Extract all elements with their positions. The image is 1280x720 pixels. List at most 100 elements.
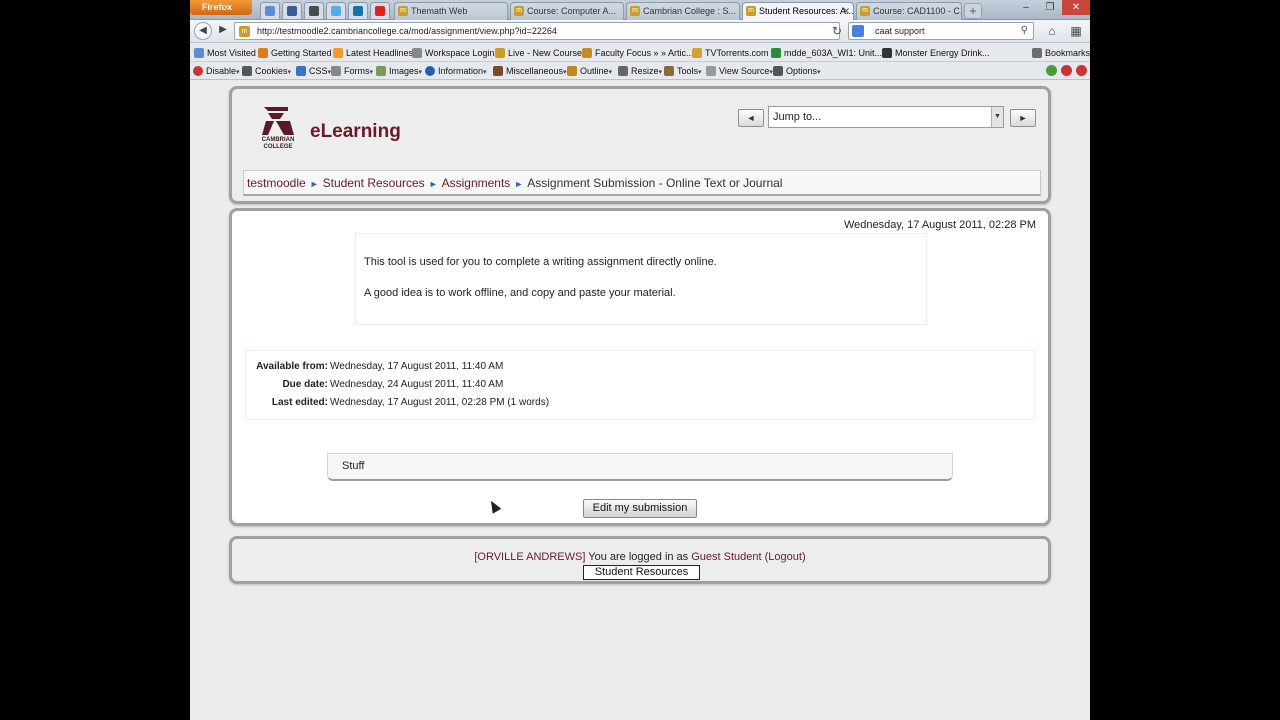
css-error-icon[interactable] <box>1061 65 1072 76</box>
date-label: Last edited: <box>271 397 328 408</box>
dev-cookies-menu[interactable]: Cookies▾ <box>242 64 291 78</box>
date-row-last-edited: Last edited: Wednesday, 17 August 2011, … <box>246 396 1036 410</box>
validation-ok-icon[interactable] <box>1046 65 1057 76</box>
page-icon <box>771 48 781 58</box>
bookmark-label: TVTorrents.com <box>705 48 769 58</box>
css-icon <box>296 66 306 76</box>
bookmark-mdde[interactable]: mdde_603A_WI1: Unit... <box>771 46 882 60</box>
breadcrumb-link[interactable]: Student Resources <box>323 176 425 190</box>
dev-label: Forms <box>344 66 370 76</box>
logo-text: CAMBRIAN COLLEGE <box>261 137 295 150</box>
tab-label: Themath Web <box>411 6 468 16</box>
page-icon <box>582 48 592 58</box>
bookmark-latest-headlines[interactable]: Latest Headlines <box>333 46 413 60</box>
bookmark-label: mdde_603A_WI1: Unit... <box>784 48 883 58</box>
bookmark-label: Most Visited <box>207 48 256 58</box>
dev-information-menu[interactable]: Information▾ <box>425 64 487 78</box>
course-home-button[interactable]: Student Resources <box>583 565 700 580</box>
bookmark-monster-energy[interactable]: Monster Energy Drink... <box>882 46 990 60</box>
tab-cambrian-college[interactable]: m Cambrian College : S... <box>626 2 740 20</box>
dev-label: Miscellaneous <box>506 66 564 76</box>
dev-forms-menu[interactable]: Forms▾ <box>331 64 373 78</box>
site-title[interactable]: eLearning <box>310 121 401 143</box>
dev-miscellaneous-menu[interactable]: Miscellaneous▾ <box>493 64 567 78</box>
tab-course-computer[interactable]: m Course: Computer A... <box>510 2 624 20</box>
firefox-icon <box>258 48 268 58</box>
bookmarks-toolbar: Most Visited Getting Started Latest Head… <box>190 44 1090 62</box>
pinned-tab-twitter[interactable] <box>326 2 346 19</box>
previous-activity-button[interactable]: ◄ <box>738 109 764 127</box>
user-tag-link[interactable]: [ORVILLE ANDREWS] <box>474 551 585 563</box>
bookmark-label: Workspace Login <box>425 48 495 58</box>
home-icon[interactable]: ⌂ <box>1042 22 1062 40</box>
page-content: CAMBRIAN COLLEGE eLearning ◄ Jump to... … <box>190 80 1090 720</box>
dev-outline-menu[interactable]: Outline▾ <box>567 64 612 78</box>
new-tab-button[interactable]: + <box>964 3 982 19</box>
dev-tools-menu[interactable]: Tools▾ <box>664 64 702 78</box>
minimize-icon[interactable]: – <box>1014 0 1038 15</box>
moodle-favicon-icon: m <box>514 6 524 16</box>
date-row-available: Available from: Wednesday, 17 August 201… <box>246 360 1036 374</box>
bookmark-workspace-login[interactable]: Workspace Login <box>412 46 494 60</box>
logout-link[interactable]: (Logout) <box>765 551 806 563</box>
moodle-favicon-icon: m <box>860 6 870 16</box>
dev-disable-menu[interactable]: Disable▾ <box>193 64 240 78</box>
browser-window: Firefox m Themath Web m Course: Computer A… <box>190 0 1090 720</box>
search-input[interactable]: caat support ⚲ <box>848 22 1034 40</box>
bookmarks-menu[interactable]: Bookmarks <box>1032 46 1090 60</box>
bookmark-label: Latest Headlines <box>346 48 414 58</box>
bookmark-faculty-focus[interactable]: Faculty Focus » » Artic... <box>582 46 694 60</box>
back-arrow-icon[interactable]: ◀ <box>194 22 212 40</box>
tab-student-resources[interactable]: m Student Resources: A... ✕ <box>742 2 854 20</box>
dev-view-source-menu[interactable]: View Source▾ <box>706 64 773 78</box>
close-window-icon[interactable]: ✕ <box>1062 0 1090 15</box>
bookmark-tvtorrents[interactable]: TVTorrents.com <box>692 46 769 60</box>
close-tab-icon[interactable]: ✕ <box>842 3 850 19</box>
monster-icon <box>882 48 892 58</box>
firefox-menu-button[interactable]: Firefox <box>190 0 252 15</box>
logged-in-text: You are logged in as <box>588 551 689 563</box>
pinned-tab-linkedin[interactable] <box>348 2 368 19</box>
breadcrumb-link[interactable]: Assignments <box>442 176 511 190</box>
cookies-icon <box>242 66 252 76</box>
miscellaneous-icon <box>493 66 503 76</box>
resize-icon <box>618 66 628 76</box>
dev-css-menu[interactable]: CSS▾ <box>296 64 331 78</box>
dev-options-menu[interactable]: Options▾ <box>773 64 821 78</box>
moodle-favicon-icon <box>495 48 505 58</box>
bookmark-most-visited[interactable]: Most Visited <box>194 46 256 60</box>
js-error-icon[interactable] <box>1076 65 1087 76</box>
user-name-link[interactable]: Guest Student <box>691 551 761 563</box>
bookmark-getting-started[interactable]: Getting Started <box>258 46 332 60</box>
pinned-tab-1[interactable] <box>260 2 280 19</box>
menu-grid-icon[interactable]: ▦ <box>1066 22 1086 40</box>
bookmark-label: Monster Energy Drink... <box>895 48 990 58</box>
reload-icon[interactable]: ↻ <box>832 22 842 40</box>
rss-icon <box>333 48 343 58</box>
tab-themath[interactable]: m Themath Web <box>394 2 508 20</box>
bookmark-live-new-course[interactable]: Live - New Course <box>495 46 582 60</box>
dev-label: Cookies <box>255 66 288 76</box>
submission-text: Stuff <box>327 453 953 481</box>
pinned-tab-facebook[interactable] <box>282 2 302 19</box>
mouse-cursor-icon <box>486 498 502 514</box>
url-bar[interactable]: m http://testmoodle2.cambriancollege.ca/… <box>234 22 858 41</box>
restore-icon[interactable]: ❐ <box>1038 0 1062 15</box>
dev-resize-menu[interactable]: Resize▾ <box>618 64 662 78</box>
dev-images-menu[interactable]: Images▾ <box>376 64 422 78</box>
dev-label: Information <box>438 66 484 76</box>
edit-submission-button[interactable]: Edit my submission <box>583 499 697 518</box>
magnifier-icon[interactable]: ⚲ <box>1021 23 1028 39</box>
pinned-tab-youtube[interactable] <box>370 2 390 19</box>
chevron-down-icon[interactable]: ▼ <box>991 107 1003 127</box>
date-value: Wednesday, 24 August 2011, 11:40 AM <box>330 379 504 390</box>
next-activity-button[interactable]: ► <box>1010 109 1036 127</box>
tab-course-cad1100[interactable]: m Course: CAD1100 - C... <box>856 2 962 20</box>
forward-arrow-icon[interactable]: ▶ <box>214 22 232 40</box>
tab-bar: Firefox m Themath Web m Course: Computer A… <box>190 0 1090 20</box>
pinned-tab-wordpress[interactable] <box>304 2 324 19</box>
breadcrumb-link[interactable]: testmoodle <box>247 176 306 190</box>
main-content: Wednesday, 17 August 2011, 02:28 PM This… <box>229 208 1051 526</box>
jump-to-select[interactable]: Jump to... ▼ <box>768 106 1004 128</box>
breadcrumb-separator-icon: ► <box>514 179 524 189</box>
